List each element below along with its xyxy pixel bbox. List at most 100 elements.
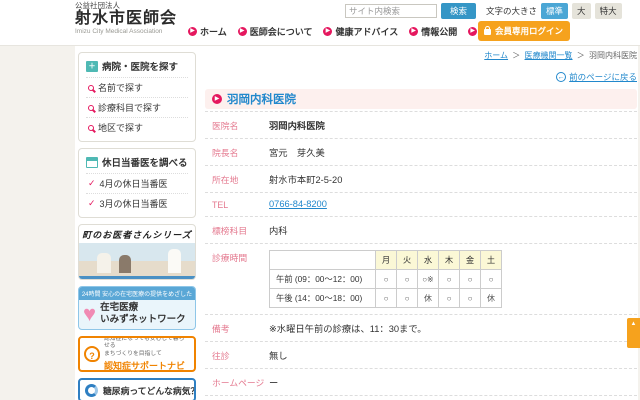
director-value: 宮元 芽久美 [269,145,325,159]
lock-icon [484,29,491,35]
head-question-icon: ? [84,346,100,362]
nav-about[interactable]: ▶医師会について [238,25,313,38]
hospital-search-title-row: 病院・医院を探す [86,59,188,77]
house-calls-value: 無し [269,348,288,362]
hospital-icon [86,61,98,72]
breadcrumb-current: 羽岡内科医院 [589,51,637,60]
search-by-name-label: 名前で探す [98,81,143,94]
breadcrumb: ホーム ＞ 医療機関一覧 ＞ 羽岡内科医院 [205,50,637,61]
site-header: 公益社団法人 射水市医師会 Imizu City Medical Associa… [0,0,640,46]
schedule-cell: ○ [439,289,460,308]
detail-row-homepage: ホームページ ー [205,369,637,396]
breadcrumb-home[interactable]: ホーム [484,51,508,60]
search-by-name-link[interactable]: 名前で探す [86,77,188,97]
breadcrumb-separator: ＞ [577,51,585,60]
row-label: 院長名 [212,145,269,159]
holiday-doctor-march-label: 3月の休日当番医 [100,197,168,210]
font-size-xlarge-button[interactable]: 特大 [595,3,622,19]
schedule-cell: ○ [397,289,418,308]
row-label: 備考 [212,321,269,335]
dementia-caption1: 認知症になっても安心して暮らせる [104,336,190,351]
departments-value: 内科 [269,223,288,237]
banner-dementia-support[interactable]: ? 認知症になっても安心して暮らせる まちづくりを目指して 認知症サポートナビ [78,336,196,372]
back-arrow-icon: ← [556,72,566,82]
schedule-day-header: 月 [376,251,397,270]
blue-circle-icon [85,384,98,397]
schedule-cell: ○ [460,289,481,308]
top-utility-bar: 検索 文字の大きさ 標準 大 特大 [345,3,622,19]
schedule-cell: ○ [376,289,397,308]
member-login-button[interactable]: 会員専用ログイン [478,21,570,41]
row-label: 診療時間 [212,250,269,264]
clinic-name-value: 羽岡内科医院 [269,118,325,132]
detail-row-departments: 標榜科目 内科 [205,217,637,244]
row-label: 医院名 [212,118,269,132]
search-by-department-link[interactable]: 診療科目で探す [86,97,188,117]
nav-about-label: 医師会について [250,25,313,38]
schedule-corner-cell [270,251,376,270]
arrow-circle-icon: ▶ [238,27,247,36]
detail-row-map: 所在地図 鮮魚店 場所の情報を読み込めませんでした [205,396,637,400]
search-button[interactable]: 検索 [441,3,476,19]
nav-home[interactable]: ▶ホーム [188,25,227,38]
banner-home-care-network[interactable]: 24時間 安心の在宅医療の提供をめざした ♥ 在宅医療 いみずネットワーク [78,286,196,330]
holiday-doctor-title: 休日当番医を調べる [102,155,188,169]
site-subtitle: Imizu City Medical Association [75,28,177,35]
detail-row-tel: TEL 0766-84-8200 [205,193,637,217]
dementia-caption2: まちづくりを目指して [104,351,190,359]
search-input[interactable] [345,4,437,18]
hospital-search-title: 病院・医院を探す [102,59,178,73]
back-link[interactable]: ← 前のページに戻る [556,71,637,83]
tel-link[interactable]: 0766-84-8200 [269,199,327,209]
schedule-afternoon-time: 午後 (14：00～18：00) [270,289,376,308]
page: 公益社団法人 射水市医師会 Imizu City Medical Associa… [0,0,640,400]
nav-health-advice[interactable]: ▶健康アドバイス [323,25,398,38]
schedule-cell: 休 [481,289,502,308]
banner-diabetes[interactable]: 糖尿病ってどんな病気？ [78,378,196,400]
site-logo[interactable]: 公益社団法人 射水市医師会 Imizu City Medical Associa… [75,2,177,35]
breadcrumb-separator: ＞ [512,51,520,60]
nav-health-advice-label: 健康アドバイス [335,25,398,38]
detail-row-notes: 備考 ※水曜日午前の診療は、11：30まで。 [205,315,637,342]
heart-icon: ♥ [83,303,96,325]
detail-row-address: 所在地 射水市本町2-5-20 [205,166,637,193]
banner-town-doctor-series[interactable]: 町のお医者さんシリーズ [78,224,196,280]
banner-town-doctor-title: 町のお医者さんシリーズ [79,225,195,243]
org-type: 公益社団法人 [75,2,177,10]
page-top-button[interactable]: ▲ [627,318,640,348]
font-size-standard-button[interactable]: 標準 [541,3,568,19]
holiday-doctor-april-link[interactable]: ✓4月の休日当番医 [86,173,188,193]
detail-row-clinic-name: 医院名 羽岡内科医院 [205,111,637,139]
search-by-area-link[interactable]: 地区で探す [86,117,188,137]
detail-row-house-calls: 往診 無し [205,342,637,369]
detail-row-schedule: 診療時間 月 火 水 木 金 土 午前 (09：00～12：00) ○ [205,244,637,315]
magnifier-icon [88,105,94,111]
font-size-large-button[interactable]: 大 [572,3,591,19]
row-label: 往診 [212,348,269,362]
sidebar: 病院・医院を探す 名前で探す 診療科目で探す 地区で探す 休日当番医を調べる ✓… [78,52,196,400]
check-icon: ✓ [88,198,96,209]
main-nav: ▶ホーム ▶医師会について ▶健康アドバイス ▶情報公開 ▶お知らせ [188,25,516,38]
arrow-circle-icon: ▶ [188,27,197,36]
page-title: 羽岡内科医院 [227,91,296,107]
home-care-line1: 在宅医療 [100,302,186,314]
nav-disclosure[interactable]: ▶情報公開 [409,25,457,38]
schedule-day-header: 土 [481,251,502,270]
schedule-cell: ○※ [418,270,439,289]
detail-row-director: 院長名 宮元 芽久美 [205,139,637,166]
font-size-label: 文字の大きさ [486,5,537,17]
schedule-table: 月 火 水 木 金 土 午前 (09：00～12：00) ○ ○ ○※ ○ ○ [269,250,502,308]
photo-figure [168,249,181,273]
hospital-search-box: 病院・医院を探す 名前で探す 診療科目で探す 地区で探す [78,52,196,142]
magnifier-icon [88,85,94,91]
address-value: 射水市本町2-5-20 [269,172,342,186]
holiday-doctor-march-link[interactable]: ✓ 3月の休日当番医 [86,193,188,213]
schedule-day-header: 水 [418,251,439,270]
title-marker-icon: ▶ [212,94,222,104]
breadcrumb-institution-list[interactable]: 医療機関一覧 [525,51,573,60]
schedule-cell: ○ [460,270,481,289]
row-label: 標榜科目 [212,223,269,237]
holiday-doctor-box: 休日当番医を調べる ✓4月の休日当番医 ✓ 3月の休日当番医 [78,148,196,218]
schedule-cell: ○ [439,270,460,289]
row-label: ホームページ [212,375,269,389]
